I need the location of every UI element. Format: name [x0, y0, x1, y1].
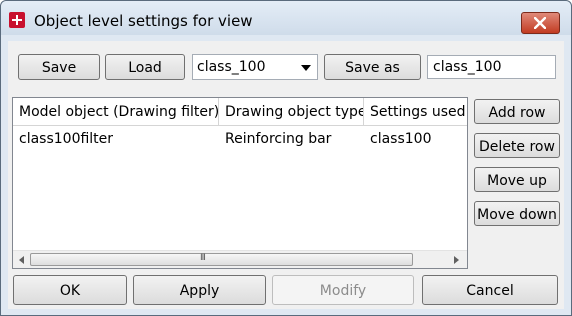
close-button[interactable] [521, 12, 560, 34]
column-header-drawing-object-type[interactable]: Drawing object type [219, 98, 364, 126]
settings-table[interactable]: Model object (Drawing filter) Drawing ob… [12, 97, 468, 269]
window-title: Object level settings for view [34, 12, 253, 30]
scrollbar-grip: III [200, 253, 206, 263]
scrollbar-thumb[interactable] [30, 253, 413, 266]
settings-combo-value: class_100 [197, 59, 266, 75]
cancel-button[interactable]: Cancel [422, 275, 558, 305]
cell-settings-used[interactable]: class100 [364, 127, 431, 151]
cell-model-object[interactable]: class100filter [13, 127, 113, 151]
move-up-button[interactable]: Move up [474, 167, 560, 192]
cell-drawing-object-type[interactable]: Reinforcing bar [219, 127, 331, 151]
scroll-left-icon[interactable] [19, 256, 24, 264]
chevron-down-icon [301, 65, 311, 71]
apply-button[interactable]: Apply [133, 275, 266, 305]
delete-row-button[interactable]: Delete row [474, 133, 560, 158]
column-header-settings-used[interactable]: Settings used [364, 98, 467, 126]
load-button[interactable]: Load [105, 54, 185, 80]
save-as-button[interactable]: Save as [324, 54, 421, 80]
column-header-model-object[interactable]: Model object (Drawing filter) [13, 98, 219, 126]
save-as-name-value: class_100 [433, 59, 502, 75]
ok-button[interactable]: OK [13, 275, 127, 305]
close-icon [534, 17, 546, 29]
title-bar[interactable]: Object level settings for view [1, 1, 571, 35]
move-down-button[interactable]: Move down [474, 201, 560, 226]
app-icon [9, 12, 25, 28]
horizontal-scrollbar[interactable]: III [13, 250, 467, 268]
add-row-button[interactable]: Add row [474, 99, 560, 124]
dialog-window: Object level settings for view Save Load… [0, 0, 572, 316]
scroll-right-icon[interactable] [454, 256, 459, 264]
settings-combo[interactable]: class_100 [192, 54, 318, 80]
dialog-client: Save Load class_100 Save as class_100 Mo… [8, 41, 564, 309]
modify-button[interactable]: Modify [272, 275, 414, 305]
save-as-name-input[interactable]: class_100 [427, 55, 556, 79]
save-button[interactable]: Save [18, 54, 100, 80]
